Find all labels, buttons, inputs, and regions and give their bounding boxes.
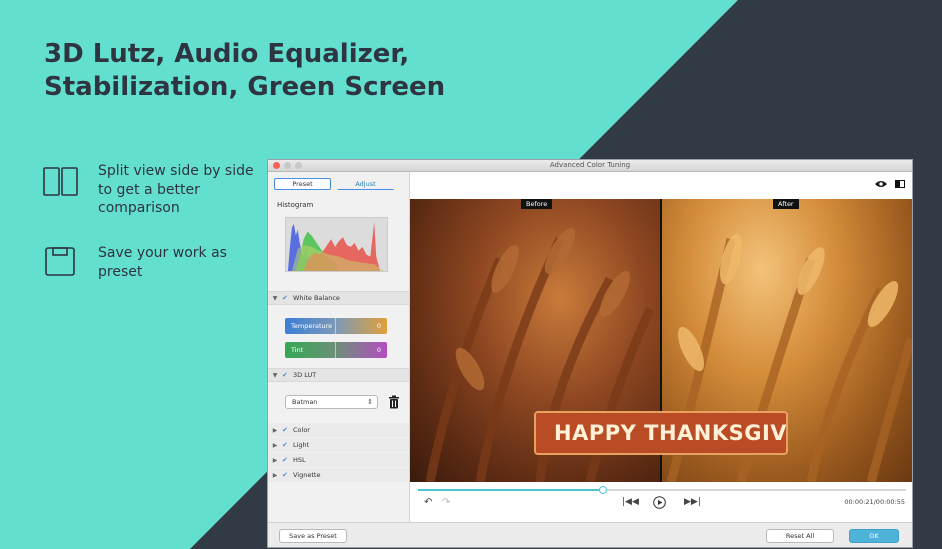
preview-toolbar (410, 172, 912, 199)
save-as-preset-button[interactable]: Save as Preset (279, 529, 347, 543)
vignette-label: Vignette (293, 471, 321, 479)
white-balance-checkbox[interactable]: ✔ (282, 294, 290, 302)
temperature-value: 0 (376, 322, 381, 330)
lut-select[interactable]: Batman ⇕ (285, 395, 378, 409)
expand-arrow-icon[interactable]: ▶ (268, 457, 282, 464)
adjustment-panel: Preset Adjust Histogram ▼ ✔ White Balanc… (268, 172, 410, 522)
temperature-slider[interactable]: Temperature 0 (285, 318, 387, 334)
headline: 3D Lutz, Audio Equalizer, Stabilization,… (44, 39, 446, 102)
seek-knob[interactable] (599, 486, 608, 494)
select-caret-icon: ⇕ (367, 398, 373, 406)
skip-back-icon[interactable]: |◀◀ (622, 497, 639, 507)
light-section[interactable]: ▶ ✔ Light (268, 438, 409, 452)
collapse-arrow-icon[interactable]: ▼ (268, 372, 282, 379)
redo-icon[interactable]: ↷ (442, 497, 450, 508)
skip-forward-icon[interactable]: ▶▶| (684, 497, 701, 507)
collapse-arrow-icon[interactable]: ▼ (268, 295, 282, 302)
advanced-color-tuning-window: Advanced Color Tuning Preset Adjust Hist… (267, 159, 913, 548)
lut-label: 3D LUT (293, 371, 317, 379)
expand-arrow-icon[interactable]: ▶ (268, 472, 282, 479)
window-title: Advanced Color Tuning (549, 161, 631, 169)
feature-save-preset: Save your work as preset (42, 244, 258, 284)
split-view-icon (43, 167, 78, 196)
vignette-section[interactable]: ▶ ✔ Vignette (268, 468, 409, 482)
tint-label: Tint (291, 346, 304, 354)
hsl-checkbox[interactable]: ✔ (282, 456, 290, 464)
reset-all-button[interactable]: Reset All (766, 529, 834, 543)
feature-split-view-text: Split view side by side to get a better … (98, 163, 254, 216)
tint-value: 0 (376, 346, 381, 354)
eye-icon[interactable] (875, 180, 887, 188)
histogram-label: Histogram (277, 201, 314, 209)
bottom-bar: Save as Preset Reset All OK (268, 522, 912, 547)
seek-progress (418, 489, 604, 491)
before-label: Before (521, 199, 553, 209)
lut-section[interactable]: ▼ ✔ 3D LUT (268, 368, 409, 382)
color-section[interactable]: ▶ ✔ Color (268, 423, 409, 437)
ok-button[interactable]: OK (849, 529, 899, 543)
timecode: 00:00:21/00:00:55 (844, 498, 905, 506)
tint-slider[interactable]: Tint 0 (285, 342, 387, 358)
white-balance-section[interactable]: ▼ ✔ White Balance (268, 291, 409, 305)
after-label: After (773, 199, 799, 209)
light-checkbox[interactable]: ✔ (282, 441, 290, 449)
feature-split-view: Split view side by side to get a better … (42, 162, 258, 218)
lut-checkbox[interactable]: ✔ (282, 371, 290, 379)
vignette-checkbox[interactable]: ✔ (282, 471, 290, 479)
save-icon (45, 247, 75, 276)
title-bar: Advanced Color Tuning (268, 160, 912, 172)
trash-icon[interactable] (388, 395, 400, 409)
color-checkbox[interactable]: ✔ (282, 426, 290, 434)
play-icon[interactable] (653, 496, 666, 509)
color-label: Color (293, 426, 310, 434)
undo-icon[interactable]: ↶ (424, 497, 432, 508)
video-banner-text: HAPPY THANKSGIVI N (534, 411, 788, 455)
split-compare-icon[interactable] (895, 180, 905, 188)
lut-selected-value: Batman (292, 398, 318, 406)
tab-adjust[interactable]: Adjust (337, 178, 394, 190)
expand-arrow-icon[interactable]: ▶ (268, 442, 282, 449)
histogram (285, 217, 388, 272)
hsl-label: HSL (293, 456, 306, 464)
light-label: Light (293, 441, 310, 449)
hsl-section[interactable]: ▶ ✔ HSL (268, 453, 409, 467)
white-balance-label: White Balance (293, 294, 340, 302)
expand-arrow-icon[interactable]: ▶ (268, 427, 282, 434)
temperature-label: Temperature (291, 322, 333, 330)
playback-controls: ↶ ↷ |◀◀ ▶▶| 00:00:21/00:00:55 (410, 482, 912, 522)
feature-save-preset-text: Save your work as preset (98, 245, 227, 280)
seek-bar[interactable] (418, 486, 906, 494)
video-preview: Before After HAPPY THANKSGIVI N (410, 199, 912, 482)
panel-tabs: Preset Adjust (274, 178, 400, 190)
tab-preset[interactable]: Preset (274, 178, 331, 190)
